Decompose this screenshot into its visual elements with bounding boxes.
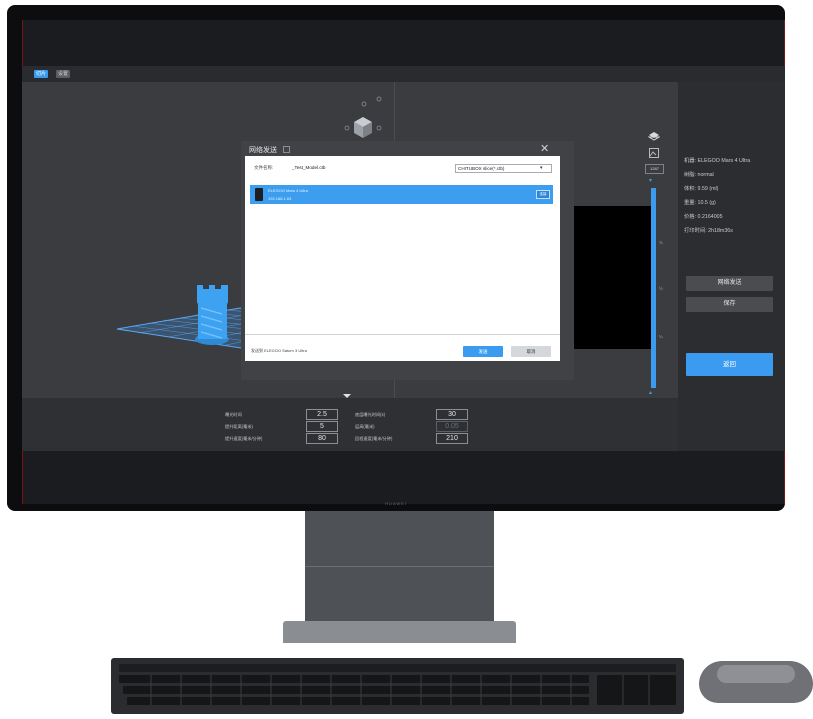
dialog-title: 网络发送: [249, 147, 277, 154]
collapse-arrow-icon[interactable]: [343, 394, 351, 398]
device-name: ELEGOO Mars 4 Ultra: [268, 188, 308, 193]
send-button[interactable]: 发送: [463, 346, 503, 357]
filetype-select-value: CHITUBOX slice(*.ctb): [458, 166, 505, 171]
filename-input[interactable]: _Test_Model.ctb: [290, 164, 432, 171]
keyboard: [111, 658, 684, 714]
bottom-exposure-field[interactable]: 30: [436, 409, 468, 420]
price-info: 价格: 0.2164005: [684, 214, 723, 220]
right-info-panel: [678, 82, 785, 451]
resin-info: 树脂: normal: [684, 172, 714, 178]
param-label-layer-height: 层高(毫米): [355, 424, 375, 429]
param-label-retract-speed: 回程速度(毫米/分钟): [355, 436, 393, 441]
network-send-dialog: 网络发送 ✕ 文件名称: _Test_Model.ctb CHITUBOX sl…: [241, 141, 574, 380]
footer-status-text: 发送到 ELEGOO Saturn 3 Ultra: [251, 348, 307, 353]
tab-slice[interactable]: 切片: [34, 70, 48, 78]
mouse-highlight: [717, 665, 795, 683]
device-row-selected[interactable]: ELEGOO Mars 4 Ultra 192.168.1.63 连接: [250, 185, 553, 204]
image-layer-icon[interactable]: [648, 146, 660, 158]
monitor-brand-logo: HUAWEI: [385, 501, 407, 506]
dialog-body: 文件名称: _Test_Model.ctb CHITUBOX slice(*.c…: [245, 156, 560, 334]
layer-height-field[interactable]: 0.05: [436, 421, 468, 432]
print-parameters-bar: 曝光时间 2.5 底层曝光时间(s) 30 提升距离(毫米) 5 层高(毫米) …: [22, 394, 678, 451]
printer-icon: [255, 188, 263, 201]
stand-seam: [305, 566, 494, 567]
filename-label: 文件名称:: [254, 165, 274, 170]
param-label-bottom-exposure: 底层曝光时间(s): [355, 412, 386, 417]
refresh-icon[interactable]: [283, 146, 290, 153]
close-icon[interactable]: ✕: [540, 142, 549, 155]
monitor-screen: 切片 设置 1287 ▾ ▴ ¾ ½ ¼ 机器: ELEGOO Mars 4 U…: [22, 20, 785, 504]
slicer-app-window: 切片 设置 1287 ▾ ▴ ¾ ½ ¼ 机器: ELEGOO Mars 4 U…: [22, 66, 785, 451]
slider-tick-top: ¾: [659, 240, 663, 245]
lift-speed-field[interactable]: 80: [306, 433, 338, 444]
mouse: [699, 661, 813, 703]
top-toolbar: 切片 设置: [22, 66, 785, 82]
monitor-stand: [305, 511, 494, 621]
lift-distance-field[interactable]: 5: [306, 421, 338, 432]
machine-info: 机器: ELEGOO Mars 4 Ultra: [684, 158, 751, 164]
network-send-button[interactable]: 网络发送: [686, 276, 773, 291]
view-cube-icon: [344, 96, 382, 138]
weight-info: 重量: 10.5 (g): [684, 200, 716, 206]
dialog-footer: 发送到 ELEGOO Saturn 3 Ultra 发送 取消: [245, 334, 560, 361]
filetype-select[interactable]: CHITUBOX slice(*.ctb): [455, 164, 552, 173]
slider-tick-mid: ½: [659, 286, 663, 291]
tab-settings[interactable]: 设置: [56, 70, 70, 78]
chevron-down-icon[interactable]: ▾: [540, 165, 543, 171]
back-button[interactable]: 返回: [686, 353, 773, 376]
device-status-badge: 连接: [536, 190, 550, 199]
tower-model: [195, 285, 229, 345]
param-label-lift-speed: 提升速度(毫米/分钟): [225, 436, 263, 441]
monitor-bezel: 切片 设置 1287 ▾ ▴ ¾ ½ ¼ 机器: ELEGOO Mars 4 U…: [7, 5, 785, 511]
retract-speed-field[interactable]: 210: [436, 433, 468, 444]
print-time-info: 打印时间: 2h18m36s: [684, 228, 733, 234]
volume-info: 体积: 9.59 (ml): [684, 186, 719, 192]
layer-number-field[interactable]: 1287: [645, 164, 664, 174]
slider-top-arrow-icon[interactable]: ▾: [649, 177, 652, 184]
exposure-time-field[interactable]: 2.5: [306, 409, 338, 420]
layers-icon[interactable]: [647, 129, 661, 141]
keyboard-keys-icon: [119, 664, 676, 705]
save-button[interactable]: 保存: [686, 297, 773, 312]
cancel-button[interactable]: 取消: [511, 346, 551, 357]
slider-bottom-arrow-icon[interactable]: ▴: [649, 389, 652, 396]
monitor-stand-base: [283, 621, 516, 643]
param-label-exposure: 曝光时间: [225, 412, 242, 417]
device-ip: 192.168.1.63: [268, 196, 292, 201]
layer-slider-track[interactable]: [651, 188, 656, 388]
param-label-lift-distance: 提升距离(毫米): [225, 424, 253, 429]
slider-tick-bottom: ¼: [659, 334, 663, 339]
